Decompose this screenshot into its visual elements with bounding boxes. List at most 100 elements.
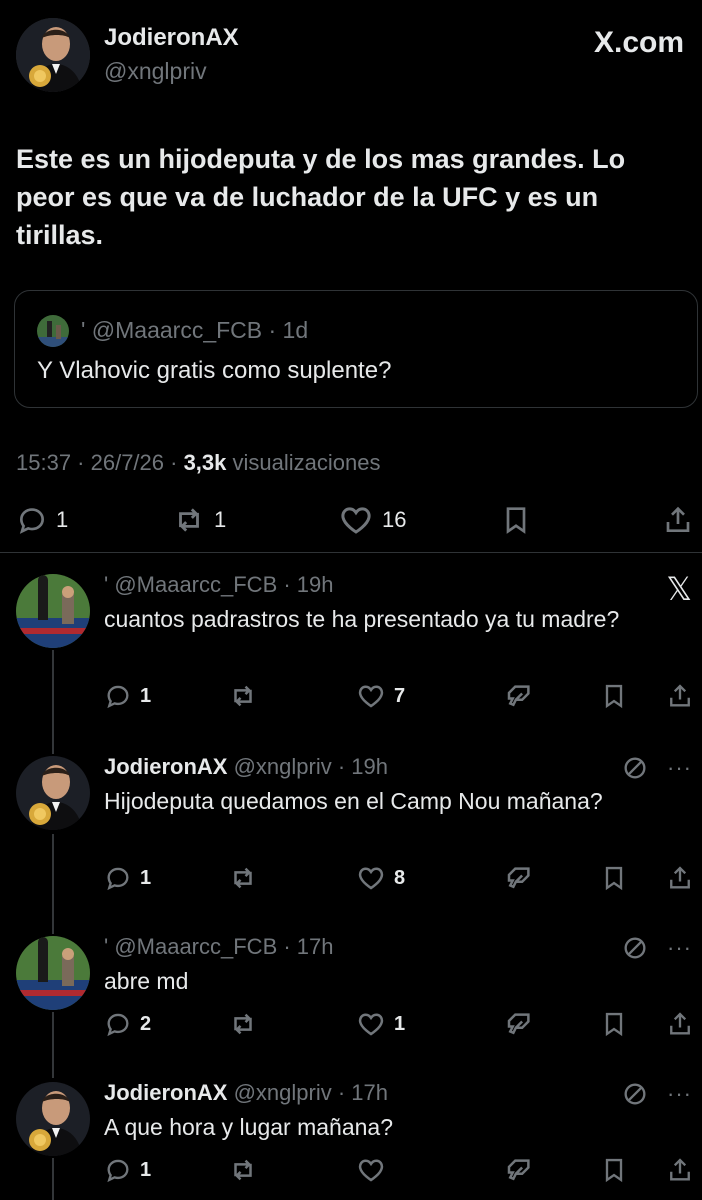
bookmark-icon <box>600 1156 628 1184</box>
repost-button[interactable] <box>228 1009 258 1039</box>
main-action-bar: 1 1 16 <box>16 500 692 540</box>
more-icon[interactable]: ··· <box>667 935 692 961</box>
reply-author-name[interactable]: JodieronAX <box>104 1080 227 1105</box>
bookmark-button[interactable] <box>500 504 532 536</box>
like-button[interactable]: 8 <box>356 863 405 893</box>
share-icon <box>666 682 694 710</box>
more-icon[interactable]: ··· <box>667 755 692 781</box>
like-count: 16 <box>382 507 407 532</box>
bookmark-button[interactable] <box>600 1156 628 1184</box>
bookmark-button[interactable] <box>600 864 628 892</box>
brand-label: X.com <box>593 26 684 59</box>
grok-button[interactable] <box>504 681 534 711</box>
reply-icon <box>104 1156 132 1184</box>
main-avatar[interactable] <box>16 18 90 92</box>
like-button[interactable] <box>356 1155 386 1185</box>
more-icon[interactable]: ··· <box>667 1081 692 1107</box>
block-icon[interactable] <box>621 1080 649 1108</box>
quote-author: ' @Maaarcc_FCB · 1d <box>81 317 309 343</box>
reply-top-icons: ··· <box>621 1080 692 1108</box>
reply-handle[interactable]: @xnglpriv · 19h <box>234 754 388 779</box>
reply-action-bar: 2 1 <box>104 1006 696 1042</box>
reply-header[interactable]: JodieronAX @xnglpriv · 17h <box>104 1080 388 1106</box>
views-label: visualizaciones <box>226 450 381 475</box>
repost-icon <box>228 863 258 893</box>
share-button[interactable] <box>666 1010 694 1038</box>
repost-button[interactable] <box>228 681 258 711</box>
reply-top-icons: 𝕏 <box>666 570 692 608</box>
grok-button[interactable] <box>504 1155 534 1185</box>
like-button[interactable]: 16 <box>338 502 406 538</box>
reply-avatar[interactable] <box>16 936 90 1010</box>
share-icon <box>662 504 694 536</box>
grok-button[interactable] <box>504 1009 534 1039</box>
share-icon <box>666 864 694 892</box>
reply-handle[interactable]: ' @Maaarcc_FCB · 17h <box>104 934 334 960</box>
repost-icon <box>172 503 206 537</box>
repost-count: 1 <box>214 507 227 532</box>
reply-text: cuantos padrastros te ha presentado ya t… <box>104 606 620 632</box>
reply-tweet[interactable]: ' @Maaarcc_FCB · 17h ··· abre md 2 1 <box>0 932 702 1062</box>
reply-count: 1 <box>140 866 152 889</box>
repost-button[interactable] <box>228 863 258 893</box>
repost-icon <box>228 681 258 711</box>
reply-header[interactable]: JodieronAX @xnglpriv · 19h <box>104 754 388 780</box>
grok-icon <box>504 1155 534 1185</box>
like-button[interactable]: 7 <box>356 681 405 711</box>
author-name[interactable]: JodieronAX <box>104 24 239 52</box>
quote-text: Y Vlahovic gratis como suplente? <box>37 357 392 384</box>
like-icon <box>356 1155 386 1185</box>
repost-button[interactable] <box>228 1155 258 1185</box>
grok-icon <box>504 863 534 893</box>
reply-avatar[interactable] <box>16 756 90 830</box>
reply-top-icons: ··· <box>621 934 692 962</box>
reply-action-bar: 1 <box>104 1152 696 1188</box>
tweet-text: Este es un hijodeputa y de los mas grand… <box>16 144 626 250</box>
bookmark-icon <box>600 682 628 710</box>
reply-button[interactable]: 1 <box>16 504 68 536</box>
reply-button[interactable]: 2 <box>104 1010 151 1038</box>
reply-icon <box>104 682 132 710</box>
reply-count: 1 <box>140 684 152 707</box>
reply-action-bar: 1 7 <box>104 678 696 714</box>
reply-button[interactable]: 1 <box>104 682 151 710</box>
reply-avatar[interactable] <box>16 574 90 648</box>
share-button[interactable] <box>666 864 694 892</box>
reply-tweet[interactable]: JodieronAX @xnglpriv · 19h ··· Hijodeput… <box>0 752 702 912</box>
reply-author-name[interactable]: JodieronAX <box>104 754 227 779</box>
grok-icon <box>504 681 534 711</box>
like-button[interactable]: 1 <box>356 1009 405 1039</box>
reply-count: 1 <box>56 507 69 532</box>
bookmark-button[interactable] <box>600 1010 628 1038</box>
reply-avatar[interactable] <box>16 1082 90 1156</box>
bookmark-button[interactable] <box>600 682 628 710</box>
reply-icon <box>104 864 132 892</box>
share-button[interactable] <box>666 682 694 710</box>
grok-button[interactable] <box>504 863 534 893</box>
reply-handle[interactable]: ' @Maaarcc_FCB · 19h <box>104 572 334 598</box>
like-icon <box>356 863 386 893</box>
grok-icon <box>504 1009 534 1039</box>
reply-count: 1 <box>140 1158 152 1181</box>
block-icon[interactable] <box>621 754 649 782</box>
repost-icon <box>228 1009 258 1039</box>
quoted-tweet[interactable]: ' @Maaarcc_FCB · 1d Y Vlahovic gratis co… <box>14 290 698 408</box>
x-logo-icon: 𝕏 <box>666 571 692 607</box>
block-icon[interactable] <box>621 934 649 962</box>
like-icon <box>356 1009 386 1039</box>
reply-button[interactable]: 1 <box>104 1156 151 1184</box>
repost-button[interactable]: 1 <box>172 503 226 537</box>
reply-tweet[interactable]: ' @Maaarcc_FCB · 19h 𝕏 cuantos padrastro… <box>0 570 702 730</box>
author-handle[interactable]: @xnglpriv <box>104 58 207 85</box>
reply-handle[interactable]: @xnglpriv · 17h <box>234 1080 388 1105</box>
reply-tweet[interactable]: JodieronAX @xnglpriv · 17h ··· A que hor… <box>0 1078 702 1200</box>
reply-button[interactable]: 1 <box>104 864 151 892</box>
share-icon <box>666 1010 694 1038</box>
tweet-time: 15:37 · 26/7/26 · <box>16 450 184 475</box>
share-button[interactable] <box>666 1156 694 1184</box>
like-icon <box>356 681 386 711</box>
share-button[interactable] <box>662 504 694 536</box>
reply-icon <box>16 504 48 536</box>
quote-avatar <box>37 315 69 347</box>
tweet-meta: 15:37 · 26/7/26 · 3,3k visualizaciones <box>16 450 380 476</box>
